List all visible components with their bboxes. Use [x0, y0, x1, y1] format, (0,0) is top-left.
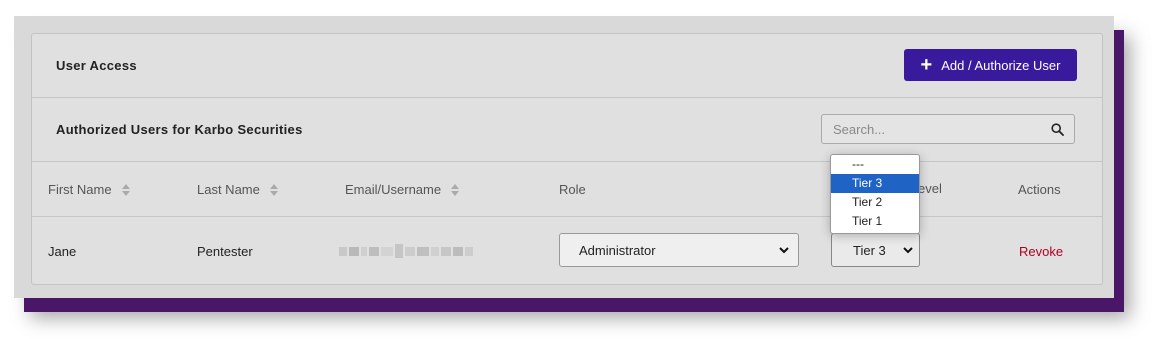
sort-icon[interactable] [121, 183, 130, 196]
column-first-name[interactable]: First Name [48, 182, 130, 197]
cell-last-name: Pentester [197, 244, 253, 259]
tier-dropdown-list[interactable]: --- Tier 3 Tier 2 Tier 1 [830, 154, 920, 234]
panel-header: User Access + Add / Authorize User [32, 34, 1102, 98]
sort-icon[interactable] [451, 183, 460, 196]
add-authorize-user-button[interactable]: + Add / Authorize User [904, 49, 1077, 81]
sort-icon[interactable] [269, 183, 278, 196]
column-role: Role [559, 182, 586, 197]
dropdown-option-selected[interactable]: Tier 3 [831, 174, 919, 193]
column-label: Email/Username [345, 182, 442, 197]
page-title: User Access [56, 58, 137, 73]
column-tier-level-visible: evel [918, 181, 942, 196]
search-input[interactable] [822, 115, 1053, 143]
role-select[interactable]: Administrator [559, 233, 799, 267]
cell-first-name: Jane [48, 244, 77, 259]
tier-select-value: Tier 3 [853, 242, 886, 258]
user-access-panel: User Access + Add / Authorize User Autho… [31, 33, 1103, 285]
column-label: Last Name [197, 182, 260, 197]
dropdown-option[interactable]: Tier 1 [831, 212, 919, 231]
role-select-value: Administrator [579, 242, 656, 258]
dropdown-option[interactable]: --- [831, 155, 919, 174]
column-actions: Actions [1018, 182, 1061, 197]
revoke-link[interactable]: Revoke [1019, 244, 1063, 259]
email-redacted [339, 243, 479, 259]
column-email[interactable]: Email/Username [345, 182, 460, 197]
add-button-label: Add / Authorize User [941, 57, 1061, 73]
dropdown-option[interactable]: Tier 2 [831, 193, 919, 212]
plus-icon: + [920, 54, 933, 76]
search-icon[interactable] [1051, 123, 1064, 136]
section-title: Authorized Users for Karbo Securities [56, 122, 303, 137]
chevron-down-icon [779, 247, 789, 254]
column-label: First Name [48, 182, 112, 197]
table-row: Jane Pentester Administrator Tier 3 Revo… [32, 217, 1102, 284]
column-last-name[interactable]: Last Name [197, 182, 278, 197]
search-box[interactable] [821, 114, 1075, 144]
column-label: Role [559, 182, 586, 197]
tier-select[interactable]: Tier 3 [831, 233, 920, 267]
column-label: Actions [1018, 182, 1061, 197]
authorized-users-header: Authorized Users for Karbo Securities [32, 98, 1102, 162]
chevron-down-icon [903, 247, 913, 254]
